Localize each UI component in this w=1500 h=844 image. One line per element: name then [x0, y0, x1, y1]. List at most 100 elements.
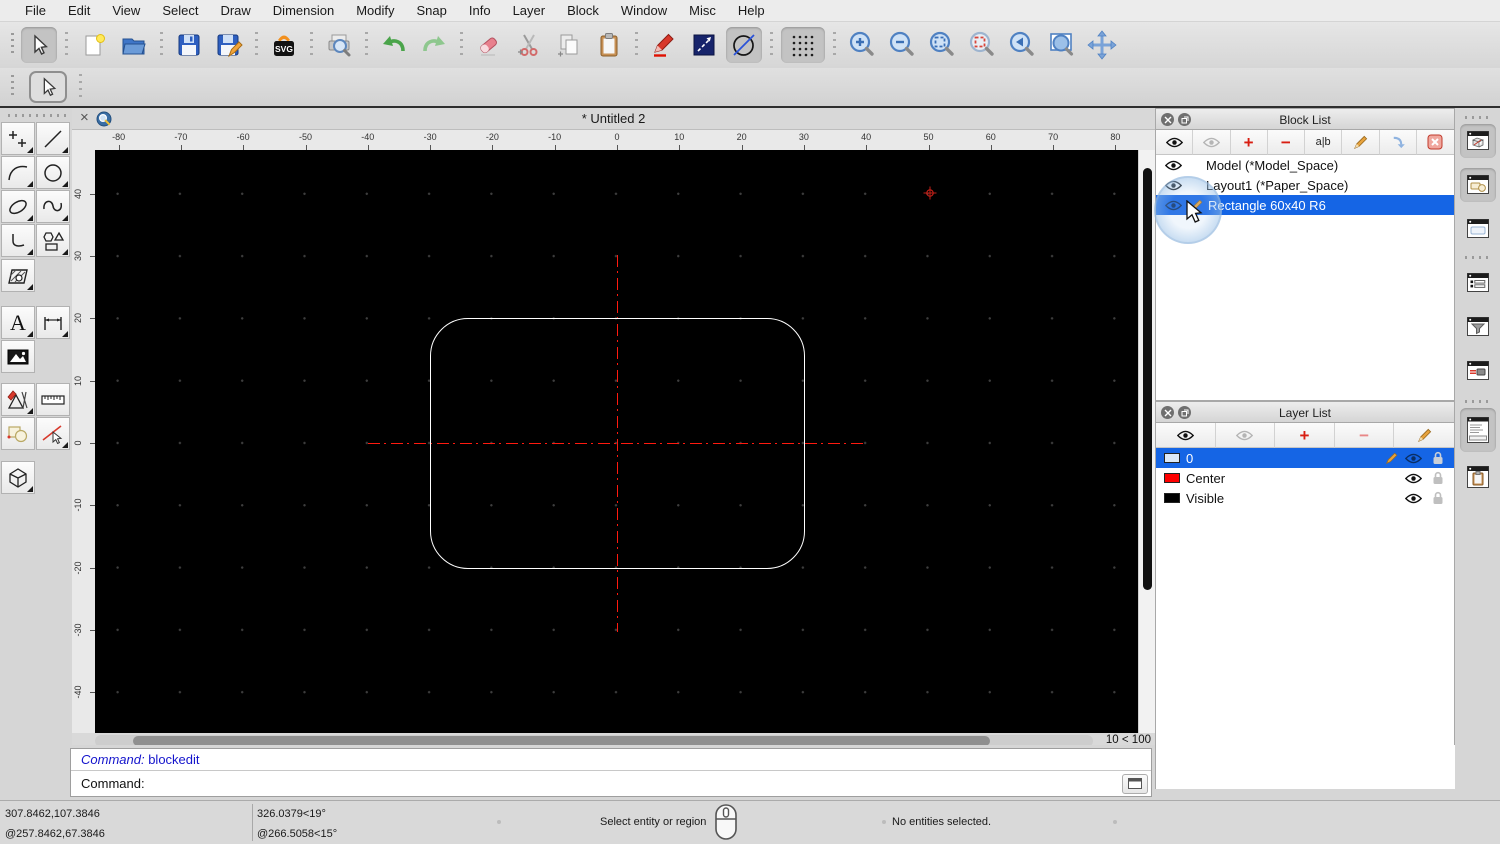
layer-edit-pencil-icon[interactable]: [1385, 452, 1398, 465]
print-preview-button[interactable]: [321, 27, 357, 63]
layer-list-panel-button[interactable]: [1460, 168, 1496, 202]
property-editor-panel-button[interactable]: [1460, 266, 1496, 300]
layer-color-swatch[interactable]: [1164, 453, 1180, 463]
line-properties-button[interactable]: [686, 27, 722, 63]
points-tool-button[interactable]: [1, 122, 35, 155]
circle-tool-button[interactable]: [36, 156, 70, 189]
show-all-layers-button[interactable]: [1156, 423, 1216, 448]
menu-info[interactable]: Info: [458, 3, 502, 18]
remove-all-blocks-button[interactable]: [1416, 130, 1454, 155]
edit-block-button[interactable]: [1342, 130, 1380, 155]
layer-color-swatch[interactable]: [1164, 493, 1180, 503]
edit-layer-button[interactable]: [1394, 423, 1454, 448]
menu-edit[interactable]: Edit: [57, 3, 101, 18]
menu-view[interactable]: View: [101, 3, 151, 18]
clipboard-panel-button[interactable]: [1460, 460, 1496, 494]
polyline-tool-button[interactable]: [1, 224, 35, 257]
layer-name[interactable]: Center: [1186, 471, 1225, 486]
palette-handle[interactable]: [8, 114, 66, 117]
solid-tool-button[interactable]: [1, 461, 35, 494]
layer-name[interactable]: Visible: [1186, 491, 1224, 506]
menu-block[interactable]: Block: [556, 3, 610, 18]
draft-mode-button[interactable]: [726, 27, 762, 63]
remove-block-button[interactable]: −: [1267, 130, 1305, 155]
layer-visibility-eye-icon[interactable]: [1405, 493, 1422, 504]
save-button[interactable]: [171, 27, 207, 63]
rounded-rectangle-entity[interactable]: [430, 318, 805, 569]
dimension-tool-button[interactable]: [36, 306, 70, 339]
zoom-selection-button[interactable]: [964, 27, 1000, 63]
paste-button[interactable]: [591, 27, 627, 63]
menu-draw[interactable]: Draw: [209, 3, 261, 18]
shape-tool-button[interactable]: [36, 224, 70, 257]
layer-row-0-selected[interactable]: 0: [1156, 448, 1454, 468]
block-name[interactable]: Rectangle 60x40 R6: [1208, 198, 1326, 213]
menu-file[interactable]: File: [14, 3, 57, 18]
menu-select[interactable]: Select: [151, 3, 209, 18]
text-tool-button[interactable]: A: [1, 306, 35, 339]
block-name[interactable]: Model (*Model_Space): [1206, 158, 1338, 173]
redo-button[interactable]: [416, 27, 452, 63]
arc-tool-button[interactable]: [1, 156, 35, 189]
block-list-panel-button[interactable]: [1460, 124, 1496, 158]
measure-tool-button[interactable]: [36, 383, 70, 416]
hide-all-blocks-button[interactable]: [1193, 130, 1231, 155]
ellipse-tool-button[interactable]: [1, 190, 35, 223]
visibility-eye-icon[interactable]: [1165, 160, 1182, 171]
snap-tool-button[interactable]: [36, 417, 70, 450]
menu-misc[interactable]: Misc: [678, 3, 727, 18]
menu-layer[interactable]: Layer: [502, 3, 557, 18]
cut-button[interactable]: [511, 27, 547, 63]
previous-view-button[interactable]: [1004, 27, 1040, 63]
add-layer-button[interactable]: +: [1275, 423, 1335, 448]
save-as-button[interactable]: [211, 27, 247, 63]
menu-snap[interactable]: Snap: [406, 3, 458, 18]
erase-button[interactable]: [471, 27, 507, 63]
grid-toggle-button[interactable]: [781, 27, 825, 63]
command-line-panel-button[interactable]: [1460, 408, 1496, 452]
pan-zoom-button[interactable]: [1084, 27, 1120, 63]
pointer-panel-button[interactable]: [1460, 354, 1496, 388]
layer-color-swatch[interactable]: [1164, 473, 1180, 483]
layer-visibility-eye-icon[interactable]: [1405, 473, 1422, 484]
edit-attributes-button[interactable]: [646, 27, 682, 63]
selection-tools-button[interactable]: [1, 417, 35, 450]
svg-export-button[interactable]: SVG: [266, 27, 302, 63]
add-block-button[interactable]: +: [1230, 130, 1268, 155]
new-document-button[interactable]: [76, 27, 112, 63]
hatch-tool-button[interactable]: [1, 259, 35, 292]
remove-layer-button[interactable]: −: [1334, 423, 1395, 448]
open-document-button[interactable]: [116, 27, 152, 63]
toolbar-handle[interactable]: [1465, 116, 1491, 119]
drawing-canvas[interactable]: [95, 150, 1138, 733]
layer-lock-icon[interactable]: [1432, 451, 1444, 465]
layer-visibility-eye-icon[interactable]: [1405, 453, 1422, 464]
selection-pointer-button[interactable]: [21, 27, 57, 63]
image-tool-button[interactable]: [1, 340, 35, 373]
vertical-scrollbar-thumb[interactable]: [1143, 168, 1152, 590]
show-all-blocks-button[interactable]: [1156, 130, 1194, 155]
window-zoom-button[interactable]: [1044, 27, 1080, 63]
rename-block-button[interactable]: a|b: [1305, 130, 1343, 155]
auto-zoom-button[interactable]: [924, 27, 960, 63]
layer-lock-icon[interactable]: [1432, 491, 1444, 505]
layer-row-center[interactable]: Center: [1156, 468, 1454, 488]
library-browser-panel-button[interactable]: [1460, 212, 1496, 246]
layer-lock-icon[interactable]: [1432, 471, 1444, 485]
command-options-button[interactable]: [1122, 773, 1148, 794]
menu-window[interactable]: Window: [610, 3, 678, 18]
layer-name[interactable]: 0: [1186, 451, 1193, 466]
selection-filter-panel-button[interactable]: [1460, 310, 1496, 344]
spline-tool-button[interactable]: [36, 190, 70, 223]
block-name[interactable]: Layout1 (*Paper_Space): [1206, 178, 1348, 193]
zoom-out-button[interactable]: [884, 27, 920, 63]
undo-button[interactable]: [376, 27, 412, 63]
modify-tool-button[interactable]: [1, 383, 35, 416]
zoom-in-button[interactable]: [844, 27, 880, 63]
line-tool-button[interactable]: [36, 122, 70, 155]
menu-help[interactable]: Help: [727, 3, 776, 18]
toolbar-handle[interactable]: [11, 33, 14, 57]
hide-all-layers-button[interactable]: [1215, 423, 1276, 448]
layer-row-visible[interactable]: Visible: [1156, 488, 1454, 508]
menu-modify[interactable]: Modify: [345, 3, 405, 18]
